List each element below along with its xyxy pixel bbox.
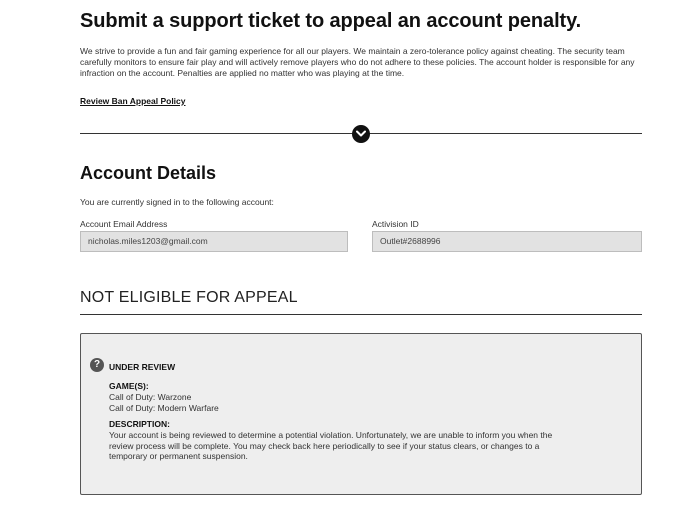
expand-button[interactable] — [352, 125, 370, 143]
intro-text: We strive to provide a fun and fair gami… — [80, 46, 635, 78]
eligibility-divider — [80, 314, 642, 315]
description-text: Your account is being reviewed to determ… — [109, 429, 553, 462]
activision-id-label: Activision ID — [372, 219, 419, 229]
chevron-down-icon — [356, 130, 366, 137]
signed-in-text: You are currently signed in to the follo… — [80, 197, 274, 207]
games-section: GAME(S): Call of Duty: Warzone Call of D… — [109, 381, 219, 413]
email-field[interactable]: nicholas.miles1203@gmail.com — [80, 231, 348, 252]
game-item: Call of Duty: Warzone — [109, 391, 192, 402]
description-label: DESCRIPTION: — [109, 419, 170, 429]
status-heading: UNDER REVIEW — [109, 362, 176, 372]
page-title: Submit a support ticket to appeal an acc… — [80, 10, 582, 32]
section-divider — [80, 125, 642, 143]
status-panel: ? UNDER REVIEW GAME(S): Call of Duty: Wa… — [80, 333, 642, 495]
email-label: Account Email Address — [80, 219, 168, 229]
games-label: GAME(S): — [109, 381, 149, 391]
account-details-title: Account Details — [80, 163, 217, 183]
activision-id-field[interactable]: Outlet#2688996 — [372, 231, 642, 252]
game-item: Call of Duty: Modern Warfare — [109, 402, 219, 413]
description-section: DESCRIPTION: Your account is being revie… — [109, 419, 569, 462]
question-icon: ? — [90, 358, 104, 372]
eligibility-title: NOT ELIGIBLE FOR APPEAL — [80, 289, 298, 306]
ban-appeal-policy-link[interactable]: Review Ban Appeal Policy — [80, 96, 186, 106]
